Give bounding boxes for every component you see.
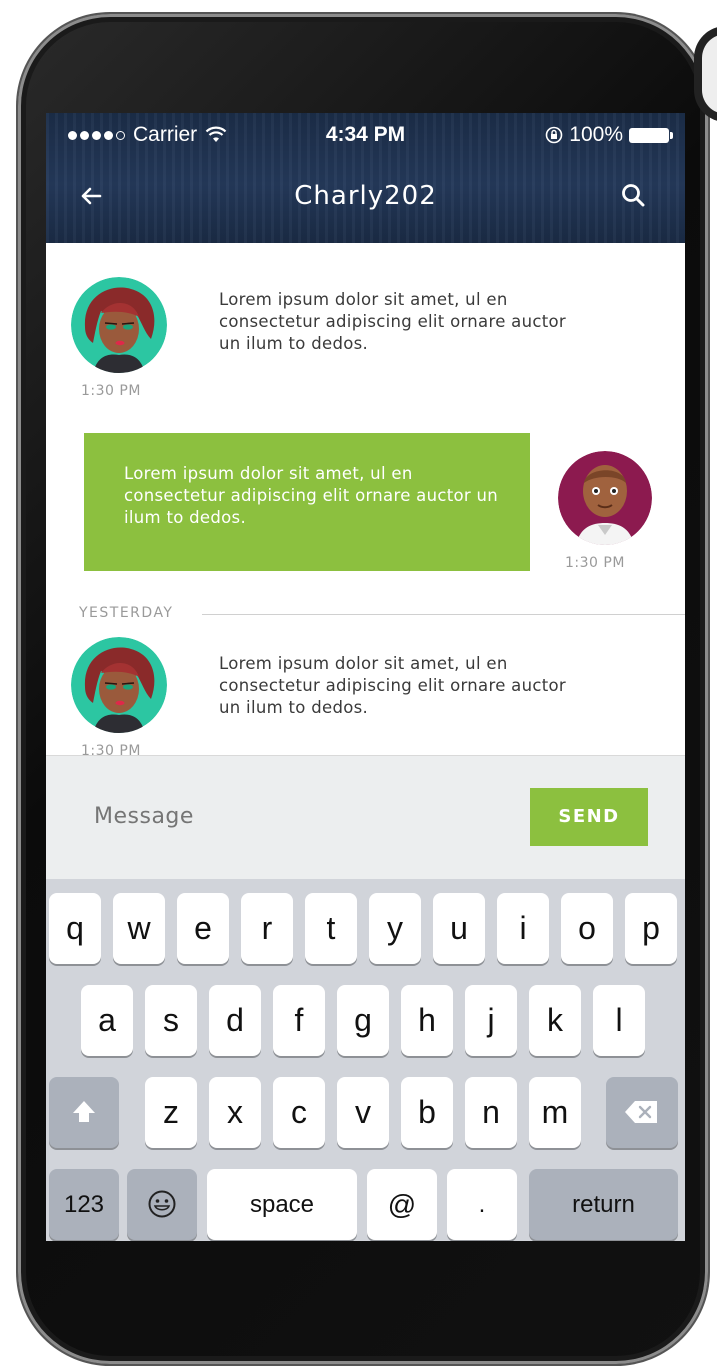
chat-thread[interactable]: Lorem ipsum dolor sit amet, ul en consec… xyxy=(46,243,685,759)
key-s[interactable]: s xyxy=(145,985,197,1056)
space-key[interactable]: space xyxy=(207,1169,357,1240)
shift-icon xyxy=(73,1101,95,1122)
contact-avatar[interactable] xyxy=(71,637,167,733)
key-n[interactable]: n xyxy=(465,1077,517,1148)
key-d[interactable]: d xyxy=(209,985,261,1056)
emoji-key[interactable] xyxy=(127,1169,197,1240)
keyboard: q w e r t y u i o p a s d f g h j k l z … xyxy=(46,879,685,1241)
outgoing-message-bubble[interactable]: Lorem ipsum dolor sit amet, ul en consec… xyxy=(84,433,530,571)
status-right: 100% xyxy=(545,123,673,147)
message-text: Lorem ipsum dolor sit amet, ul en consec… xyxy=(219,290,566,353)
key-x[interactable]: x xyxy=(209,1077,261,1148)
battery-icon xyxy=(629,127,673,143)
phone-screen: Carrier 4:34 PM 100% Charly202 Lorem ips… xyxy=(46,113,685,1241)
message-time: 1:30 PM xyxy=(81,383,141,399)
key-v[interactable]: v xyxy=(337,1077,389,1148)
at-key[interactable]: @ xyxy=(367,1169,437,1240)
message-text: Lorem ipsum dolor sit amet, ul en consec… xyxy=(124,464,499,527)
date-divider-label: YESTERDAY xyxy=(79,605,174,621)
key-w[interactable]: w xyxy=(113,893,165,964)
key-q[interactable]: q xyxy=(49,893,101,964)
page-title: Charly202 xyxy=(294,181,437,211)
search-icon[interactable] xyxy=(619,181,649,211)
period-key[interactable]: . xyxy=(447,1169,517,1240)
message-time: 1:30 PM xyxy=(565,555,625,571)
contact-avatar[interactable] xyxy=(71,277,167,373)
key-z[interactable]: z xyxy=(145,1077,197,1148)
message-text: Lorem ipsum dolor sit amet, ul en consec… xyxy=(219,654,566,717)
key-o[interactable]: o xyxy=(561,893,613,964)
key-f[interactable]: f xyxy=(273,985,325,1056)
key-p[interactable]: p xyxy=(625,893,677,964)
key-g[interactable]: g xyxy=(337,985,389,1056)
key-b[interactable]: b xyxy=(401,1077,453,1148)
key-k[interactable]: k xyxy=(529,985,581,1056)
shift-key[interactable] xyxy=(49,1077,119,1148)
header: Carrier 4:34 PM 100% Charly202 xyxy=(46,113,685,243)
backspace-icon xyxy=(625,1101,657,1123)
key-l[interactable]: l xyxy=(593,985,645,1056)
message-input[interactable] xyxy=(94,804,514,829)
key-j[interactable]: j xyxy=(465,985,517,1056)
key-m[interactable]: m xyxy=(529,1077,581,1148)
return-key[interactable]: return xyxy=(529,1169,678,1240)
man-avatar-icon xyxy=(558,451,652,545)
woman-avatar-icon xyxy=(71,277,167,373)
date-divider-line xyxy=(202,614,685,615)
key-r[interactable]: r xyxy=(241,893,293,964)
send-button[interactable]: SEND xyxy=(530,788,648,846)
key-h[interactable]: h xyxy=(401,985,453,1056)
key-i[interactable]: i xyxy=(497,893,549,964)
key-t[interactable]: t xyxy=(305,893,357,964)
emoji-icon xyxy=(148,1190,176,1218)
backspace-key[interactable] xyxy=(606,1077,678,1148)
key-u[interactable]: u xyxy=(433,893,485,964)
key-c[interactable]: c xyxy=(273,1077,325,1148)
key-y[interactable]: y xyxy=(369,893,421,964)
woman-avatar-icon xyxy=(71,637,167,733)
numbers-key[interactable]: 123 xyxy=(49,1169,119,1240)
key-a[interactable]: a xyxy=(81,985,133,1056)
key-e[interactable]: e xyxy=(177,893,229,964)
status-bar: Carrier 4:34 PM 100% xyxy=(46,123,685,153)
rotation-lock-icon xyxy=(545,126,563,144)
message-composer: SEND xyxy=(46,755,685,880)
battery-percent: 100% xyxy=(569,123,623,146)
user-avatar[interactable] xyxy=(558,451,652,545)
nav-bar: Charly202 xyxy=(46,173,685,223)
